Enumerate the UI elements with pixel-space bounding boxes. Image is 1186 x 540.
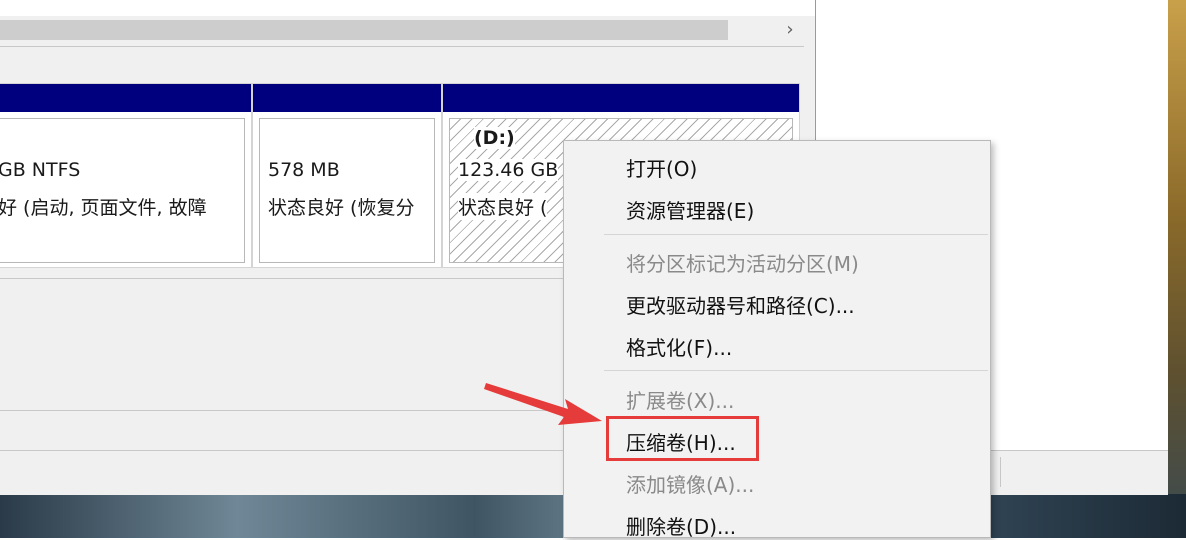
menu-item-delete-volume[interactable]: 删除卷(D)... — [626, 511, 736, 540]
divider — [0, 46, 804, 47]
horizontal-scrollbar[interactable]: › — [0, 16, 804, 44]
partition-body: GB NTFS 好 (启动, 页面文件, 故障 — [0, 118, 245, 263]
menu-separator — [604, 234, 988, 235]
menu-item-open[interactable]: 打开(O) — [626, 153, 697, 182]
partition-band — [0, 84, 251, 112]
menu-item-add-mirror[interactable]: 添加镜像(A)... — [626, 469, 754, 498]
partition-label: (D:) — [474, 127, 515, 149]
partition-status: 好 (启动, 页面文件, 故障 — [0, 197, 207, 219]
partition-size: 578 MB — [268, 159, 340, 181]
partition-status: 状态良好 ( — [458, 193, 548, 220]
chevron-right-icon[interactable]: › — [778, 16, 802, 44]
partition-system[interactable]: GB NTFS 好 (启动, 页面文件, 故障 — [0, 83, 252, 268]
volume-list-area — [0, 0, 815, 16]
partition-status: 状态良好 (恢复分 — [268, 197, 415, 219]
partition-body: 578 MB 状态良好 (恢复分 — [259, 118, 435, 263]
pointer-arrow-icon — [484, 383, 602, 425]
partition-size: 123.46 GB — [458, 159, 559, 181]
menu-item-format[interactable]: 格式化(F)... — [626, 332, 732, 361]
menu-separator — [604, 370, 988, 371]
context-menu: 打开(O) 资源管理器(E) 将分区标记为活动分区(M) 更改驱动器号和路径(C… — [563, 140, 991, 540]
partition-size: GB NTFS — [0, 159, 81, 181]
highlight-box — [606, 416, 759, 461]
scrollbar-thumb[interactable] — [0, 20, 728, 40]
menu-item-change-drive-letter[interactable]: 更改驱动器号和路径(C)... — [626, 290, 855, 319]
menu-item-extend-volume[interactable]: 扩展卷(X)... — [626, 385, 734, 414]
partition-band — [443, 84, 799, 112]
partition-band — [253, 84, 441, 112]
desktop-wallpaper-right — [1168, 0, 1186, 538]
menu-item-explorer[interactable]: 资源管理器(E) — [626, 195, 754, 224]
partition-recovery[interactable]: 578 MB 状态良好 (恢复分 — [252, 83, 442, 268]
menu-item-mark-active[interactable]: 将分区标记为活动分区(M) — [626, 248, 859, 277]
status-cell — [1000, 457, 1001, 487]
